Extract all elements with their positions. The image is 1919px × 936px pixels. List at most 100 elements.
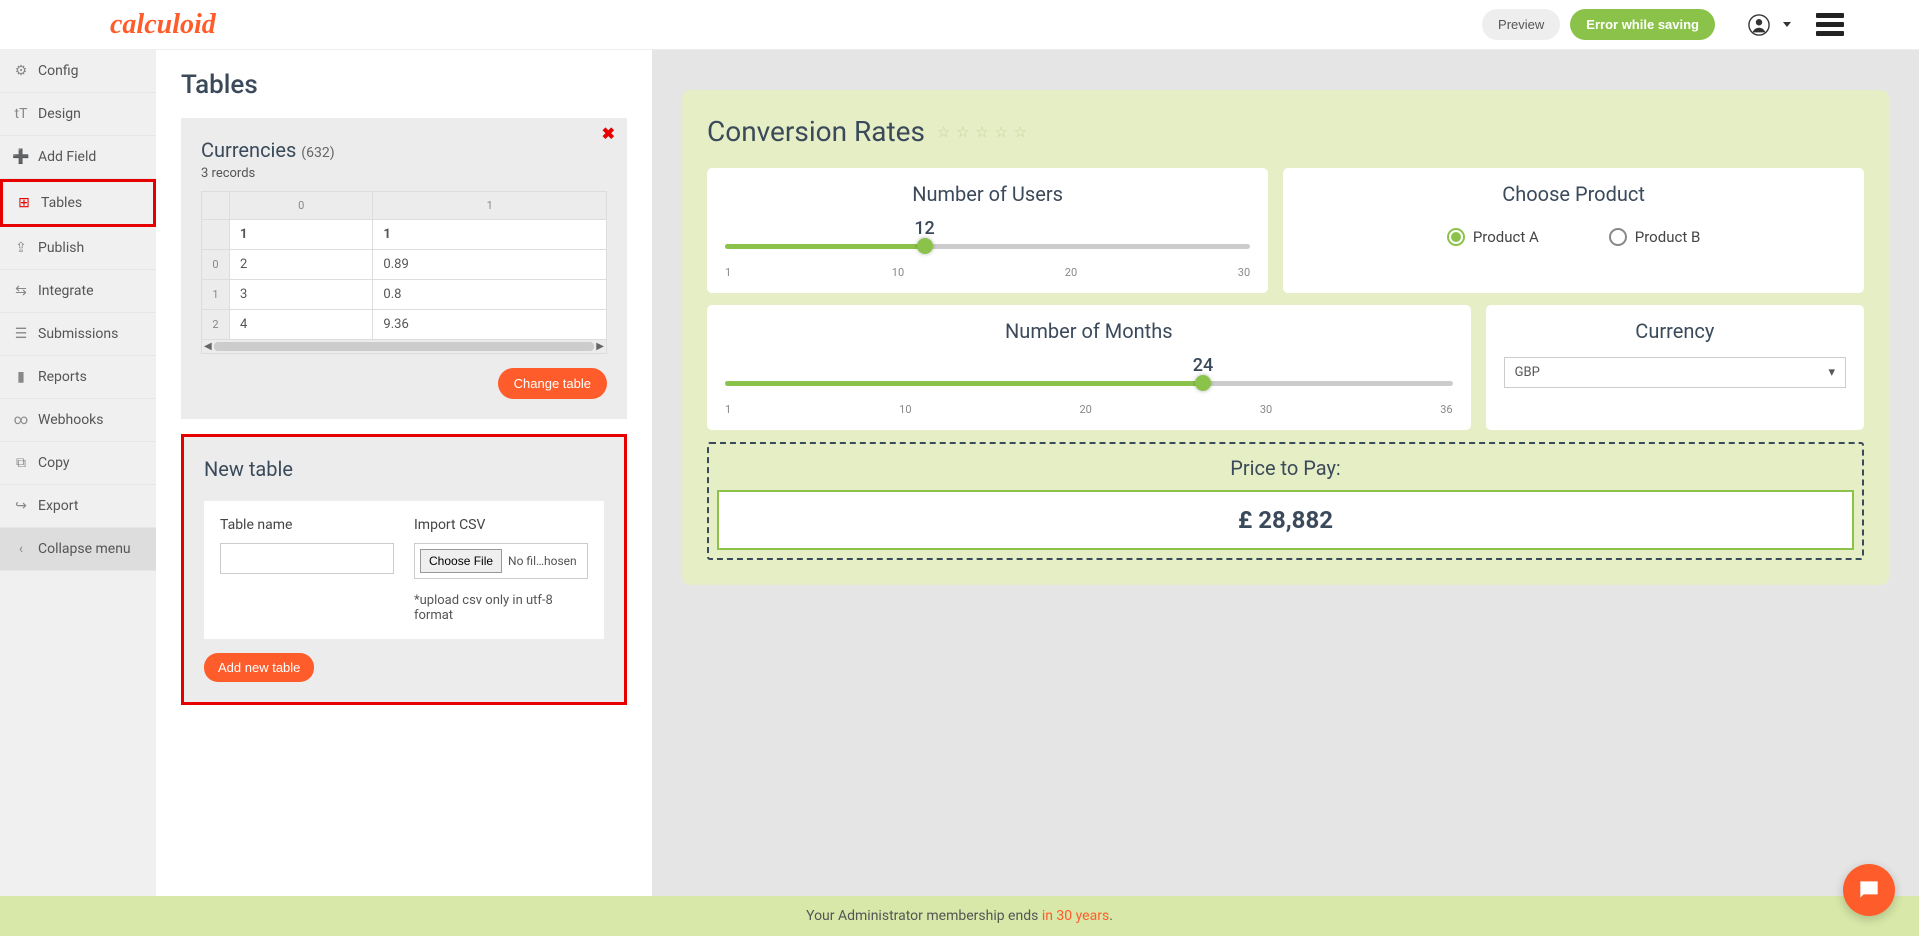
row-idx: 1 (202, 280, 230, 310)
export-icon: ↪ (14, 498, 28, 514)
sidebar-label: Copy (38, 455, 70, 471)
new-table-title: New table (204, 457, 604, 481)
table-id: (632) (301, 145, 334, 161)
chevron-down-icon: ▾ (1828, 365, 1835, 380)
price-value: £ 28,882 (717, 490, 1854, 550)
editor-panel: Tables ✖ Currencies (632) 3 records 01 1… (156, 50, 652, 936)
file-input[interactable]: Choose File No fil…hosen (414, 543, 588, 579)
import-csv-label: Import CSV (414, 517, 588, 533)
slider-ticks: 1102030 (725, 266, 1250, 279)
user-icon[interactable] (1745, 11, 1773, 39)
price-title: Price to Pay: (717, 456, 1854, 480)
product-title: Choose Product (1301, 182, 1846, 206)
sidebar: ⚙ Config tT Design ➕ Add Field ⊞ Tables ⇪Pub… (0, 50, 156, 936)
sidebar-label: Export (38, 498, 78, 514)
chat-bubble[interactable] (1843, 864, 1895, 916)
col-header: 1 (373, 192, 607, 220)
sidebar-item-publish[interactable]: ⇪Publish (0, 227, 156, 270)
choose-file-button[interactable]: Choose File (420, 549, 502, 573)
error-saving-button[interactable]: Error while saving (1570, 9, 1715, 40)
page-title: Tables (181, 70, 627, 100)
users-slider[interactable]: 12 (725, 220, 1250, 260)
cell[interactable]: 1 (230, 220, 373, 250)
currency-value: GBP (1515, 365, 1540, 380)
new-table-panel: New table Table name Import CSV Choose F… (181, 434, 627, 705)
radio-product-a[interactable]: Product A (1447, 228, 1539, 246)
cell[interactable]: 4 (230, 310, 373, 340)
cell[interactable]: 0.89 (373, 250, 607, 280)
sidebar-label: Webhooks (38, 412, 104, 428)
table-grid: 01 11 020.89 130.8 249.36 ◀▶ (201, 191, 607, 354)
csv-hint: *upload csv only in utf-8 format (414, 593, 588, 623)
col-header: 0 (230, 192, 373, 220)
sidebar-label: Tables (41, 195, 82, 211)
sidebar-item-submissions[interactable]: ☰ Submissions (0, 313, 156, 356)
sidebar-label: Design (38, 106, 81, 122)
price-card: Price to Pay: £ 28,882 (707, 442, 1864, 560)
currency-title: Currency (1504, 319, 1846, 343)
sidebar-label: Publish (38, 240, 84, 256)
copy-icon: ⧉ (14, 455, 28, 471)
webhook-icon: ∞ (14, 412, 28, 428)
header: calculoid Preview Error while saving (0, 0, 1919, 50)
logo[interactable]: calculoid (110, 9, 216, 41)
table-panel-currencies: ✖ Currencies (632) 3 records 01 11 020.8… (181, 118, 627, 419)
months-title: Number of Months (725, 319, 1453, 343)
users-title: Number of Users (725, 182, 1250, 206)
plus-icon: ➕ (14, 149, 28, 165)
sidebar-item-design[interactable]: tT Design (0, 93, 156, 136)
user-caret-icon[interactable] (1783, 22, 1791, 27)
gear-icon: ⚙ (14, 63, 28, 79)
sidebar-label: Reports (38, 369, 87, 385)
cell[interactable]: 9.36 (373, 310, 607, 340)
preview-button[interactable]: Preview (1482, 9, 1560, 40)
footer-banner: Your Administrator membership ends in 30… (0, 896, 1919, 936)
currency-card: Currency GBP ▾ (1486, 305, 1864, 430)
cell[interactable]: 3 (230, 280, 373, 310)
rating-stars[interactable]: ☆ ☆ ☆ ☆ ☆ (937, 123, 1028, 141)
table-name-input[interactable] (220, 543, 394, 574)
users-card: Number of Users 12 1102030 (707, 168, 1268, 293)
sidebar-item-export[interactable]: ↪ Export (0, 485, 156, 528)
calculator-title: Conversion Rates ☆ ☆ ☆ ☆ ☆ (707, 115, 1864, 148)
sidebar-item-reports[interactable]: ▮ Reports (0, 356, 156, 399)
sidebar-label: Submissions (38, 326, 118, 342)
chart-icon: ▮ (14, 369, 28, 385)
preview-panel: Conversion Rates ☆ ☆ ☆ ☆ ☆ Number of Use… (652, 50, 1919, 936)
months-slider[interactable]: 24 (725, 357, 1453, 397)
table-name: Currencies (201, 138, 296, 162)
calculator: Conversion Rates ☆ ☆ ☆ ☆ ☆ Number of Use… (682, 90, 1889, 585)
chevron-left-icon: ‹ (14, 541, 28, 557)
submissions-icon: ☰ (14, 326, 28, 342)
sidebar-item-integrate[interactable]: ⇆Integrate (0, 270, 156, 313)
h-scrollbar[interactable]: ◀▶ (201, 340, 607, 354)
cell[interactable]: 0.8 (373, 280, 607, 310)
slider-value: 12 (914, 218, 934, 239)
sidebar-label: Add Field (38, 149, 96, 165)
sidebar-collapse[interactable]: ‹Collapse menu (0, 528, 156, 571)
close-icon[interactable]: ✖ (602, 124, 615, 143)
months-card: Number of Months 24 110203036 (707, 305, 1471, 430)
hamburger-icon[interactable] (1816, 9, 1844, 40)
sidebar-item-add-field[interactable]: ➕ Add Field (0, 136, 156, 179)
slider-value: 24 (1193, 355, 1213, 376)
row-idx: 2 (202, 310, 230, 340)
table-icon: ⊞ (17, 195, 31, 211)
sidebar-label: Config (38, 63, 78, 79)
change-table-button[interactable]: Change table (498, 368, 607, 399)
sidebar-item-tables[interactable]: ⊞ Tables (0, 179, 156, 227)
row-idx (202, 220, 230, 250)
cell[interactable]: 2 (230, 250, 373, 280)
add-new-table-button[interactable]: Add new table (204, 653, 314, 682)
radio-product-b[interactable]: Product B (1609, 228, 1701, 246)
slider-ticks: 110203036 (725, 403, 1453, 416)
cell[interactable]: 1 (373, 220, 607, 250)
file-status: No fil…hosen (508, 554, 577, 568)
currency-select[interactable]: GBP ▾ (1504, 357, 1846, 388)
integrate-icon: ⇆ (14, 283, 28, 299)
sidebar-item-config[interactable]: ⚙ Config (0, 50, 156, 93)
product-card: Choose Product Product A Product B (1283, 168, 1864, 293)
sidebar-item-webhooks[interactable]: ∞ Webhooks (0, 399, 156, 442)
sidebar-item-copy[interactable]: ⧉ Copy (0, 442, 156, 485)
design-icon: tT (14, 106, 28, 122)
